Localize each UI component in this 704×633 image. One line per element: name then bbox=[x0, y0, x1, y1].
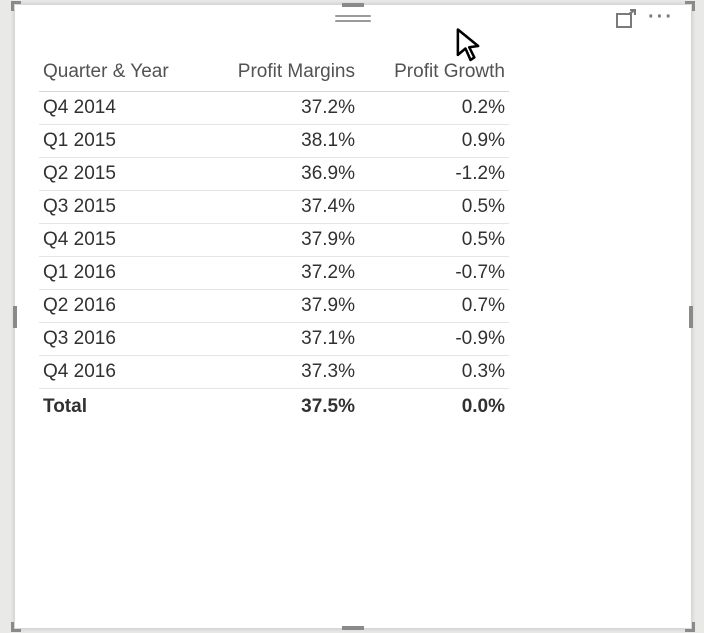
resize-handle-bottom-left[interactable] bbox=[11, 614, 29, 632]
cell-margin: 37.2% bbox=[209, 257, 359, 290]
data-table[interactable]: Quarter & Year Profit Margins Profit Gro… bbox=[39, 55, 509, 424]
total-margin: 37.5% bbox=[209, 389, 359, 425]
cell-quarter: Q3 2016 bbox=[39, 323, 209, 356]
cell-quarter: Q4 2015 bbox=[39, 224, 209, 257]
col-header-margin[interactable]: Profit Margins bbox=[209, 55, 359, 92]
col-header-growth[interactable]: Profit Growth bbox=[359, 55, 509, 92]
table-row[interactable]: Q4 201637.3%0.3% bbox=[39, 356, 509, 389]
table-row[interactable]: Q4 201537.9%0.5% bbox=[39, 224, 509, 257]
cell-quarter: Q3 2015 bbox=[39, 191, 209, 224]
cell-growth: -0.9% bbox=[359, 323, 509, 356]
cell-margin: 37.1% bbox=[209, 323, 359, 356]
cell-margin: 38.1% bbox=[209, 125, 359, 158]
table-header-row: Quarter & Year Profit Margins Profit Gro… bbox=[39, 55, 509, 92]
cell-growth: 0.9% bbox=[359, 125, 509, 158]
focus-mode-button[interactable] bbox=[615, 9, 637, 31]
resize-handle-right[interactable] bbox=[689, 306, 693, 328]
resize-handle-bottom-right[interactable] bbox=[677, 614, 695, 632]
cell-quarter: Q4 2016 bbox=[39, 356, 209, 389]
cell-quarter: Q1 2015 bbox=[39, 125, 209, 158]
visual-frame[interactable]: ··· Quarter & Year Profit Margins Profit… bbox=[14, 4, 692, 629]
col-header-quarter[interactable]: Quarter & Year bbox=[39, 55, 209, 92]
cell-growth: 0.5% bbox=[359, 224, 509, 257]
cell-margin: 37.9% bbox=[209, 224, 359, 257]
cell-margin: 36.9% bbox=[209, 158, 359, 191]
table-row[interactable]: Q3 201637.1%-0.9% bbox=[39, 323, 509, 356]
visual-header: ··· bbox=[15, 5, 691, 33]
cell-growth: -0.7% bbox=[359, 257, 509, 290]
table-row[interactable]: Q1 201538.1%0.9% bbox=[39, 125, 509, 158]
cell-quarter: Q4 2014 bbox=[39, 92, 209, 125]
cell-margin: 37.4% bbox=[209, 191, 359, 224]
table-total-row: Total 37.5% 0.0% bbox=[39, 389, 509, 425]
table-row[interactable]: Q1 201637.2%-0.7% bbox=[39, 257, 509, 290]
cell-margin: 37.9% bbox=[209, 290, 359, 323]
drag-grip-icon[interactable] bbox=[335, 13, 371, 23]
cell-growth: 0.5% bbox=[359, 191, 509, 224]
resize-handle-left[interactable] bbox=[13, 306, 17, 328]
cell-growth: -1.2% bbox=[359, 158, 509, 191]
cell-growth: 0.7% bbox=[359, 290, 509, 323]
table-row[interactable]: Q4 201437.2%0.2% bbox=[39, 92, 509, 125]
cell-margin: 37.2% bbox=[209, 92, 359, 125]
total-label: Total bbox=[39, 389, 209, 425]
cell-quarter: Q2 2015 bbox=[39, 158, 209, 191]
table-row[interactable]: Q2 201536.9%-1.2% bbox=[39, 158, 509, 191]
cell-growth: 0.3% bbox=[359, 356, 509, 389]
table-visual: Quarter & Year Profit Margins Profit Gro… bbox=[15, 33, 691, 424]
resize-handle-bottom[interactable] bbox=[342, 626, 364, 630]
cell-growth: 0.2% bbox=[359, 92, 509, 125]
table-row[interactable]: Q2 201637.9%0.7% bbox=[39, 290, 509, 323]
total-growth: 0.0% bbox=[359, 389, 509, 425]
cell-quarter: Q1 2016 bbox=[39, 257, 209, 290]
cell-margin: 37.3% bbox=[209, 356, 359, 389]
cell-quarter: Q2 2016 bbox=[39, 290, 209, 323]
table-row[interactable]: Q3 201537.4%0.5% bbox=[39, 191, 509, 224]
more-options-button[interactable]: ··· bbox=[647, 9, 675, 31]
